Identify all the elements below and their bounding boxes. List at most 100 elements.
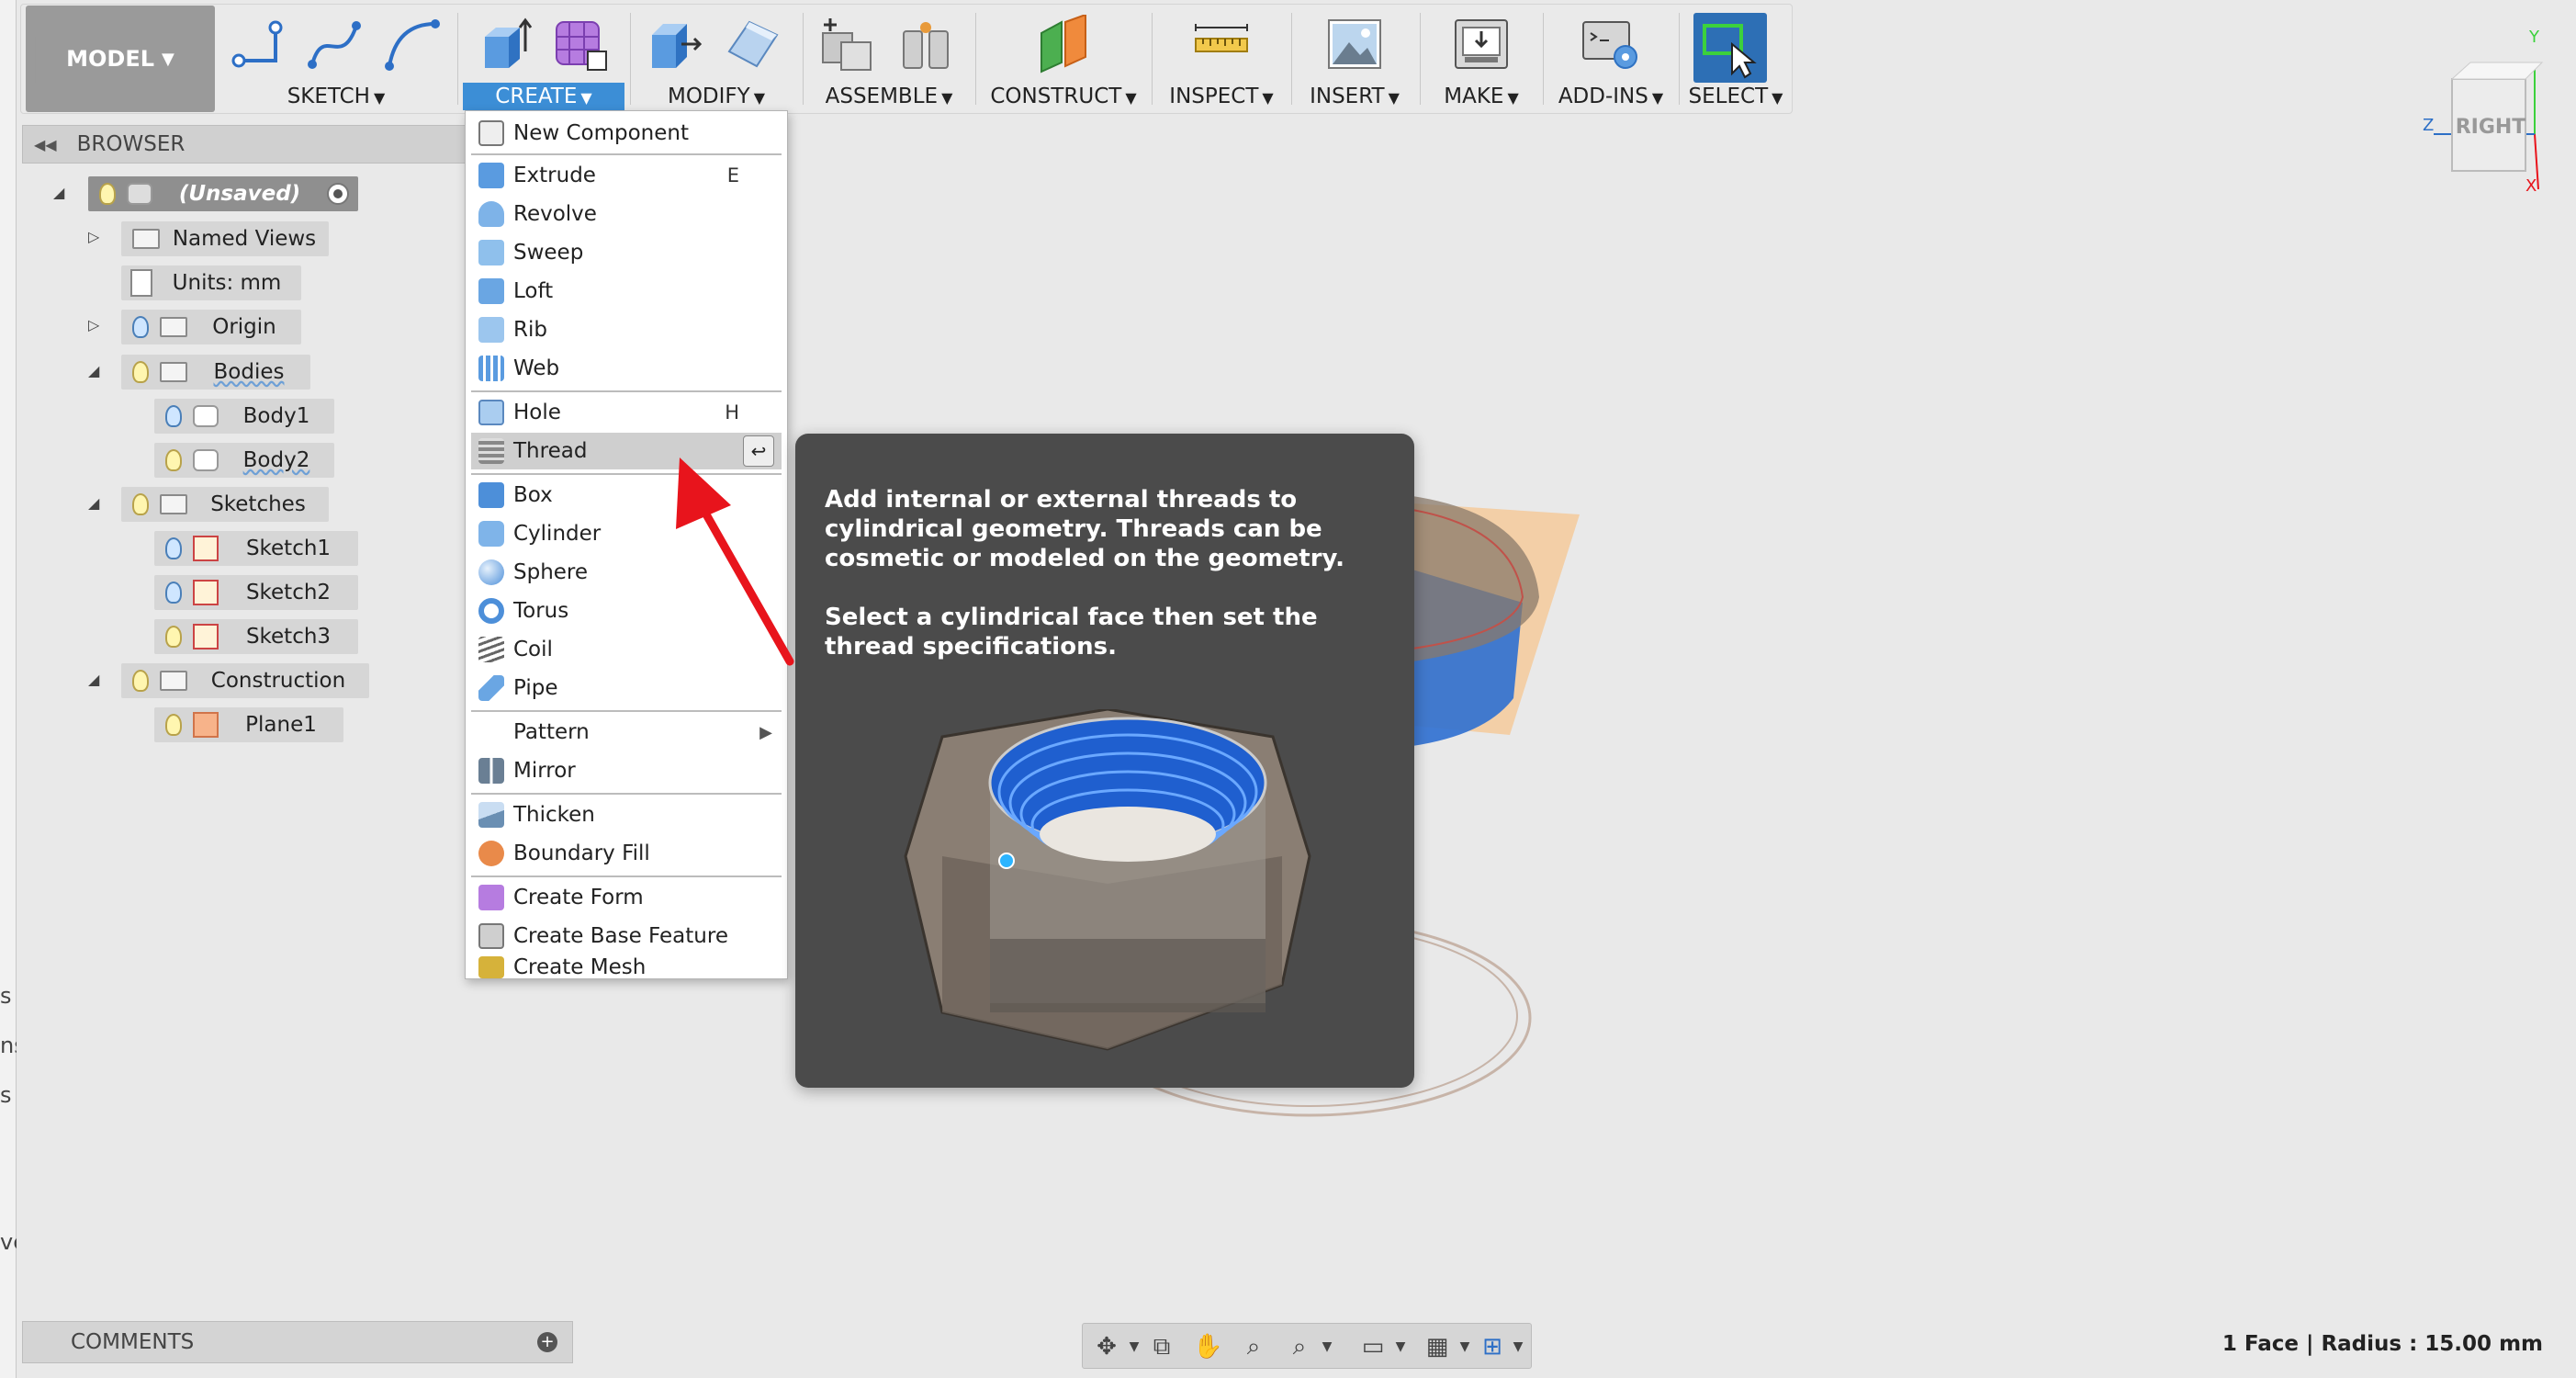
create-menu-button[interactable]: CREATE ▼ bbox=[463, 83, 624, 110]
construct-menu-button[interactable]: CONSTRUCT ▼ bbox=[981, 85, 1146, 108]
chevron-down-icon[interactable]: ▼ bbox=[1503, 1333, 1533, 1361]
collapse-triangle-icon[interactable]: ◢ bbox=[88, 362, 99, 379]
modify-menu-button[interactable]: MODIFY ▼ bbox=[636, 85, 797, 108]
assemble-menu-button[interactable]: ASSEMBLE ▼ bbox=[808, 85, 970, 108]
named-views-label: Named Views bbox=[172, 227, 317, 251]
chevron-down-icon: ▼ bbox=[753, 89, 766, 107]
look-at-icon[interactable]: ⧉ bbox=[1147, 1333, 1176, 1361]
sketch3-node[interactable]: Sketch3 bbox=[154, 619, 358, 654]
collapse-triangle-icon[interactable]: ◢ bbox=[53, 184, 64, 201]
menu-item-new-component[interactable]: New Component bbox=[471, 115, 782, 152]
extrude-tool-icon[interactable] bbox=[476, 15, 534, 73]
add-comment-icon[interactable]: + bbox=[537, 1332, 557, 1352]
fillet-icon[interactable] bbox=[724, 15, 782, 73]
inspect-menu-button[interactable]: INSPECT ▼ bbox=[1157, 85, 1286, 108]
construction-folder-node[interactable]: Construction bbox=[121, 663, 369, 698]
visibility-bulb-icon[interactable] bbox=[165, 449, 182, 471]
menu-item-label: Coil bbox=[513, 638, 553, 661]
collapse-triangle-icon[interactable]: ◢ bbox=[88, 671, 99, 688]
make-menu-button[interactable]: MAKE ▼ bbox=[1423, 85, 1539, 108]
visibility-bulb-icon[interactable] bbox=[99, 183, 116, 205]
pan-hand-icon[interactable]: ✋ bbox=[1193, 1333, 1222, 1361]
fit-zoom-icon[interactable]: ⌕ bbox=[1285, 1333, 1314, 1361]
workspace-switcher-button[interactable]: MODEL ▼ bbox=[26, 6, 215, 112]
origin-node[interactable]: Origin bbox=[121, 310, 301, 344]
sketch2-node[interactable]: Sketch2 bbox=[154, 575, 358, 610]
select-tool-icon[interactable] bbox=[1701, 20, 1760, 79]
collapse-triangle-icon[interactable]: ◢ bbox=[88, 494, 99, 512]
menu-item-sweep[interactable]: Sweep bbox=[471, 234, 782, 271]
visibility-bulb-icon[interactable] bbox=[132, 316, 149, 338]
comments-panel[interactable]: COMMENTS + bbox=[22, 1321, 573, 1363]
bodies-folder-node[interactable]: Bodies bbox=[121, 355, 310, 390]
expand-triangle-icon[interactable]: ▷ bbox=[88, 316, 99, 333]
visibility-bulb-icon[interactable] bbox=[165, 582, 182, 604]
view-cube[interactable]: RIGHT Y Z X bbox=[2423, 28, 2562, 196]
addins-menu-button[interactable]: ADD-INS ▼ bbox=[1547, 85, 1675, 108]
chevron-down-icon[interactable]: ▼ bbox=[1450, 1333, 1479, 1361]
menu-item-hole[interactable]: Hole H bbox=[471, 394, 782, 431]
visibility-bulb-icon[interactable] bbox=[165, 626, 182, 648]
insert-menu-button[interactable]: INSERT ▼ bbox=[1295, 85, 1414, 108]
arc-tool-icon[interactable] bbox=[382, 15, 441, 73]
thicken-icon bbox=[478, 802, 504, 828]
menu-item-loft[interactable]: Loft bbox=[471, 273, 782, 310]
menu-item-create-mesh[interactable]: Create Mesh bbox=[471, 955, 782, 979]
menu-item-rib[interactable]: Rib bbox=[471, 311, 782, 348]
visibility-bulb-icon[interactable] bbox=[165, 714, 182, 736]
sphere-icon bbox=[478, 559, 504, 585]
menu-item-extrude[interactable]: Extrude E bbox=[471, 157, 782, 194]
body1-node[interactable]: Body1 bbox=[154, 399, 334, 434]
3d-print-icon[interactable] bbox=[1452, 15, 1511, 73]
menu-item-pattern[interactable]: Pattern ▶ bbox=[471, 714, 782, 751]
visibility-bulb-icon[interactable] bbox=[132, 670, 149, 692]
collapse-panel-icon[interactable]: ◀◀ bbox=[34, 136, 57, 153]
inspect-toolbar-group: INSPECT ▼ bbox=[1157, 7, 1286, 112]
menu-item-revolve[interactable]: Revolve bbox=[471, 196, 782, 232]
menu-item-web[interactable]: Web bbox=[471, 350, 782, 387]
display-settings-icon[interactable]: ▭ bbox=[1358, 1333, 1388, 1361]
sketch-menu-button[interactable]: SKETCH ▼ bbox=[220, 85, 452, 108]
construction-plane-icon[interactable] bbox=[1034, 15, 1093, 73]
menu-item-mirror[interactable]: Mirror bbox=[471, 752, 782, 789]
menu-item-thicken[interactable]: Thicken bbox=[471, 796, 782, 833]
insert-image-icon[interactable] bbox=[1325, 15, 1384, 73]
browser-panel-header[interactable]: ◀◀ BROWSER bbox=[22, 125, 467, 164]
menu-item-boundary-fill[interactable]: Boundary Fill bbox=[471, 835, 782, 872]
component-icon bbox=[127, 183, 152, 205]
orbit-icon[interactable]: ✥ bbox=[1092, 1333, 1121, 1361]
coil-icon bbox=[478, 637, 504, 662]
menu-item-create-base-feature[interactable]: Create Base Feature bbox=[471, 918, 782, 954]
visibility-bulb-icon[interactable] bbox=[132, 361, 149, 383]
select-menu-button[interactable]: SELECT ▼ bbox=[1682, 85, 1789, 108]
zoom-icon[interactable]: ⌕ bbox=[1239, 1333, 1268, 1361]
chevron-down-icon[interactable]: ▼ bbox=[1119, 1333, 1149, 1361]
measure-icon[interactable] bbox=[1192, 15, 1251, 73]
grid-settings-icon[interactable]: ▦ bbox=[1423, 1333, 1452, 1361]
chevron-down-icon[interactable]: ▼ bbox=[1312, 1333, 1342, 1361]
toolbar-divider bbox=[1291, 13, 1292, 105]
body2-node[interactable]: Body2 bbox=[154, 443, 334, 478]
sketch1-node[interactable]: Sketch1 bbox=[154, 531, 358, 566]
plane1-node[interactable]: Plane1 bbox=[154, 707, 343, 742]
line-tool-icon[interactable] bbox=[230, 15, 288, 73]
menu-item-create-form[interactable]: Create Form bbox=[471, 879, 782, 916]
named-views-node[interactable]: Named Views bbox=[121, 221, 329, 256]
scripts-addins-icon[interactable] bbox=[1581, 15, 1640, 73]
root-component-node[interactable]: (Unsaved) bbox=[88, 176, 358, 211]
create-form-icon[interactable] bbox=[551, 15, 610, 73]
spline-tool-icon[interactable] bbox=[305, 15, 364, 73]
visibility-bulb-icon[interactable] bbox=[165, 537, 182, 559]
visibility-bulb-icon[interactable] bbox=[165, 405, 182, 427]
activate-radio-icon[interactable] bbox=[327, 183, 349, 205]
new-component-icon[interactable] bbox=[817, 15, 876, 73]
sketches-folder-node[interactable]: Sketches bbox=[121, 487, 329, 522]
folder-icon bbox=[132, 229, 160, 249]
units-node[interactable]: Units: mm bbox=[121, 265, 301, 300]
expand-triangle-icon[interactable]: ▷ bbox=[88, 228, 99, 245]
joint-icon[interactable] bbox=[896, 15, 955, 73]
press-pull-icon[interactable] bbox=[645, 15, 703, 73]
thread-icon bbox=[478, 438, 504, 464]
visibility-bulb-icon[interactable] bbox=[132, 493, 149, 515]
chevron-down-icon[interactable]: ▼ bbox=[1386, 1333, 1415, 1361]
